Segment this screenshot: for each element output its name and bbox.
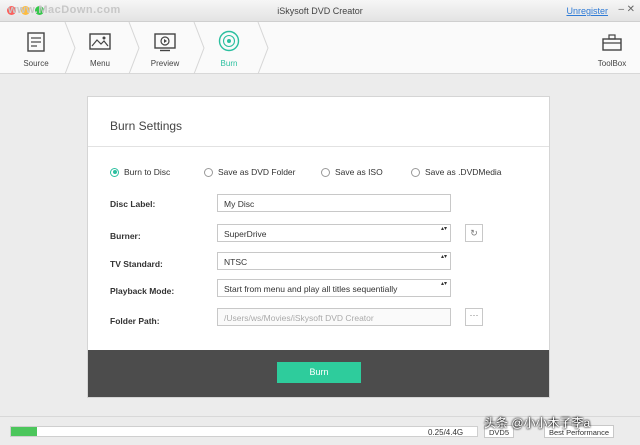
radio-save-dvd-folder[interactable]: Save as DVD Folder bbox=[204, 167, 295, 177]
radio-label: Burn to Disc bbox=[124, 167, 171, 177]
folder-path-label: Folder Path: bbox=[110, 316, 160, 326]
radio-button[interactable] bbox=[411, 167, 420, 177]
step-burn[interactable]: Burn bbox=[197, 22, 261, 74]
disc-label-label: Disc Label: bbox=[110, 199, 156, 209]
panel-footer: Burn bbox=[88, 350, 549, 397]
radio-button[interactable] bbox=[321, 167, 330, 177]
step-preview[interactable]: Preview bbox=[133, 22, 197, 74]
burn-settings-panel: Burn Settings Burn to Disc Save as DVD F… bbox=[87, 96, 550, 398]
toolbox-button[interactable]: ToolBox bbox=[592, 22, 632, 74]
disc-label-input[interactable]: My Disc bbox=[217, 194, 451, 212]
close-icon[interactable]: ✕ bbox=[627, 4, 635, 15]
capacity-text: 0.25/4.4G bbox=[428, 428, 464, 437]
step-preview-label: Preview bbox=[150, 59, 180, 68]
unregister-link[interactable]: Unregister bbox=[566, 6, 608, 16]
step-separator bbox=[257, 22, 269, 74]
burn-disc-icon bbox=[218, 30, 240, 52]
title-bar: www.MacDown.com iSkysoft DVD Creator Unr… bbox=[0, 0, 640, 22]
tv-standard-label: TV Standard: bbox=[110, 259, 163, 269]
radio-label: Save as ISO bbox=[335, 167, 383, 177]
source-icon bbox=[27, 32, 45, 52]
panel-title: Burn Settings bbox=[110, 119, 183, 133]
radio-burn-to-disc[interactable]: Burn to Disc bbox=[110, 167, 170, 177]
overlay-watermark: 头条 @小小木子李a bbox=[484, 416, 591, 430]
tv-standard-select[interactable]: NTSC bbox=[217, 252, 451, 270]
radio-button-selected[interactable] bbox=[110, 167, 119, 177]
step-source[interactable]: Source bbox=[4, 22, 68, 74]
refresh-icon[interactable]: ↻ bbox=[465, 224, 483, 242]
playback-mode-label: Playback Mode: bbox=[110, 286, 175, 296]
toolbox-label: ToolBox bbox=[597, 59, 627, 68]
radio-label: Save as .DVDMedia bbox=[425, 167, 502, 177]
menu-icon bbox=[89, 33, 111, 50]
step-navigation: Source Menu Preview Burn ToolBox bbox=[0, 22, 640, 74]
burn-button[interactable]: Burn bbox=[277, 362, 361, 383]
step-source-label: Source bbox=[23, 59, 49, 68]
step-menu-label: Menu bbox=[89, 59, 110, 68]
toolbox-icon bbox=[602, 34, 622, 51]
window-title: iSkysoft DVD Creator bbox=[277, 6, 363, 16]
preview-icon bbox=[154, 33, 176, 52]
folder-path-input[interactable]: /Users/ws/Movies/iSkysoft DVD Creator bbox=[217, 308, 451, 326]
divider bbox=[88, 146, 549, 147]
playback-mode-select[interactable]: Start from menu and play all titles sequ… bbox=[217, 279, 451, 297]
browse-ellipsis-icon[interactable]: ··· bbox=[465, 308, 483, 326]
disc-capacity-progress bbox=[10, 426, 478, 437]
step-burn-label: Burn bbox=[220, 59, 238, 68]
progress-fill bbox=[11, 427, 37, 436]
burner-select[interactable]: SuperDrive bbox=[217, 224, 451, 242]
radio-save-iso[interactable]: Save as ISO bbox=[321, 167, 383, 177]
radio-label: Save as DVD Folder bbox=[218, 167, 296, 177]
burner-label: Burner: bbox=[110, 231, 141, 241]
minimize-icon[interactable]: – bbox=[618, 4, 624, 15]
radio-button[interactable] bbox=[204, 167, 213, 177]
step-menu[interactable]: Menu bbox=[68, 22, 132, 74]
radio-save-dvdmedia[interactable]: Save as .DVDMedia bbox=[411, 167, 502, 177]
